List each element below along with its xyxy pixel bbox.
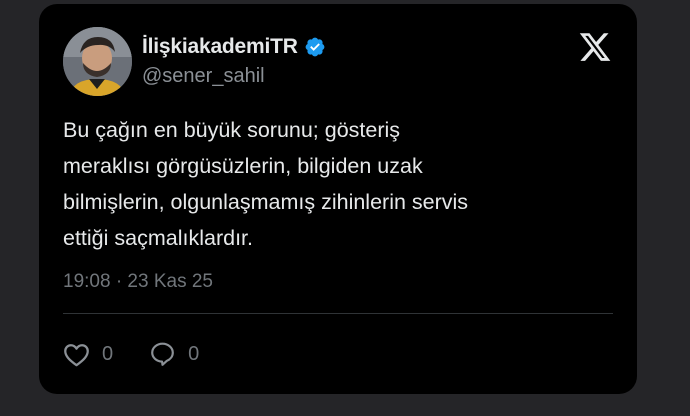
- tweet-text: Bu çağın en büyük sorunu; gösteriş merak…: [63, 112, 603, 256]
- tweet-card: İlişkiakademiTR @sener_sahil Bu çağın en…: [39, 4, 637, 394]
- verified-badge-icon: [304, 36, 326, 58]
- author-name-row: İlişkiakademiTR: [142, 34, 326, 60]
- tweet-timestamp[interactable]: 19:08 · 23 Kas 25: [63, 271, 213, 293]
- tweet-text-line: ettiği saçmalıklardır.: [63, 226, 253, 250]
- tweet-actions: 0 0: [63, 339, 199, 369]
- reply-bubble-icon: [149, 341, 176, 367]
- tweet-text-line: meraklısı görgüsüzlerin, bilgiden uzak: [63, 154, 423, 178]
- divider: [63, 313, 613, 314]
- like-button[interactable]: 0: [63, 342, 113, 367]
- tweet-text-line: Bu çağın en büyük sorunu; gösteriş: [63, 118, 401, 142]
- like-count: 0: [102, 342, 114, 365]
- avatar[interactable]: [63, 27, 132, 96]
- tweet-text-line: bilmişlerin, olgunlaşmamış zihinlerin se…: [63, 190, 469, 214]
- x-logo-icon[interactable]: [578, 30, 612, 64]
- author-handle[interactable]: @sener_sahil: [142, 65, 265, 88]
- display-name[interactable]: İlişkiakademiTR: [142, 35, 298, 59]
- reply-button[interactable]: 0: [149, 341, 199, 367]
- heart-icon: [63, 342, 90, 367]
- reply-count: 0: [188, 342, 200, 365]
